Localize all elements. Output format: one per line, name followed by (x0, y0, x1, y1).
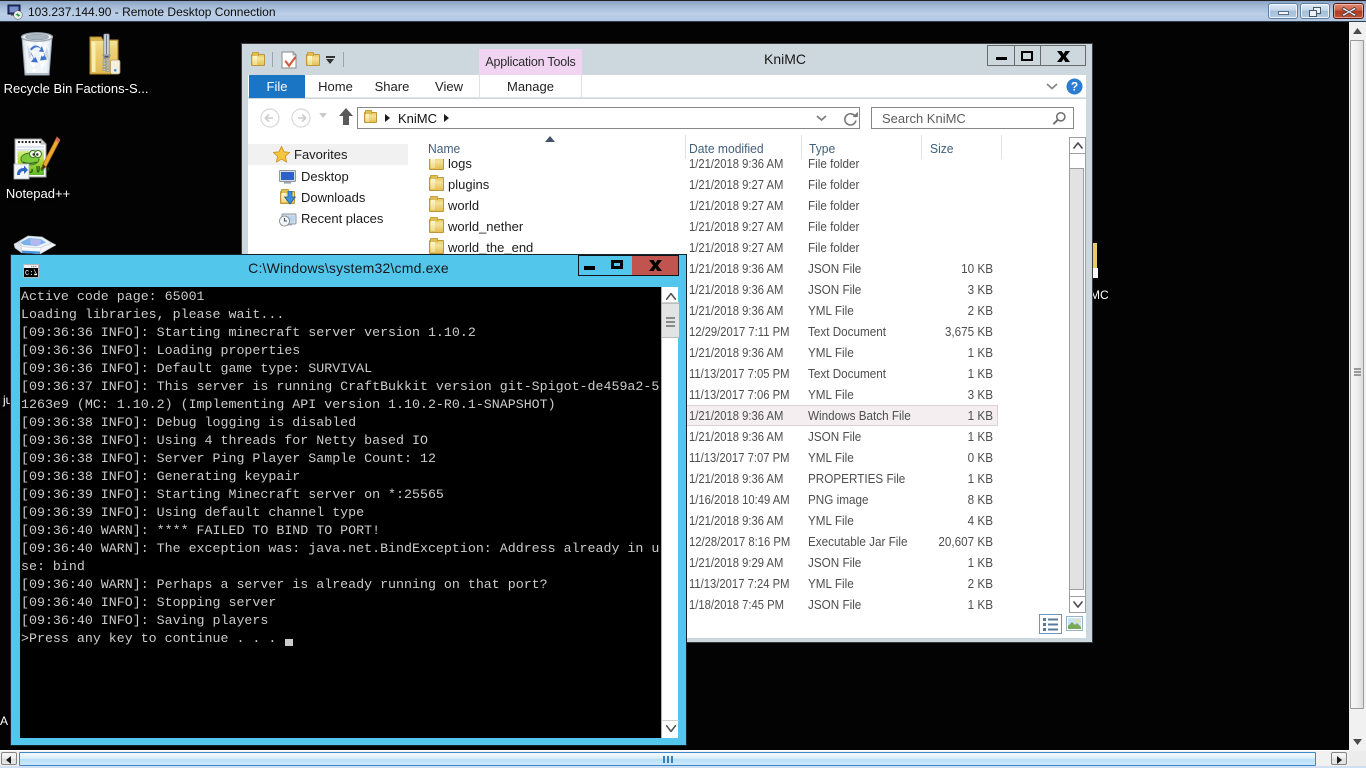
svg-text:?: ? (1071, 80, 1078, 94)
